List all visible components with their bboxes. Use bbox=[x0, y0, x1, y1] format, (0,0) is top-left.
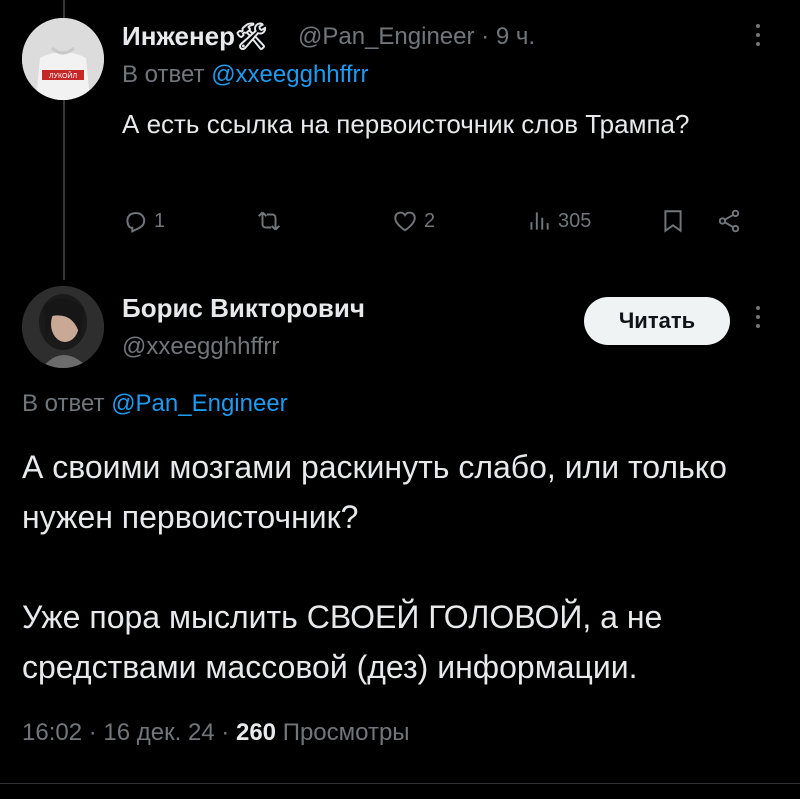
like-icon bbox=[394, 211, 416, 232]
avatar-image: ЛУКОЙЛ bbox=[22, 18, 104, 100]
reply-prefix: В ответ bbox=[22, 390, 105, 417]
tweet-meta: 16:02 · 16 дек. 24 · 260 Просмотры bbox=[22, 719, 410, 746]
views-count: 260 bbox=[235, 719, 277, 746]
tweet-paragraph-2: Уже пора мыслить СВОЕЙ ГОЛОВОЙ, а не сре… bbox=[22, 599, 663, 685]
reply-button[interactable]: 1 bbox=[122, 208, 165, 234]
tools-emoji-icon: 🛠 bbox=[235, 21, 269, 51]
tweet-text: А есть ссылка на первоисточник слов Трам… bbox=[122, 109, 690, 139]
avatar-shirt-logo: ЛУКОЙЛ bbox=[49, 71, 78, 80]
reply-prefix: В ответ bbox=[122, 61, 205, 88]
more-icon[interactable] bbox=[746, 306, 770, 328]
divider bbox=[0, 783, 800, 784]
tweet-time[interactable]: 16:02 bbox=[22, 719, 82, 746]
bookmark-icon bbox=[664, 210, 682, 233]
author-name-text[interactable]: Инженер bbox=[122, 21, 235, 51]
reply-to-link[interactable]: @Pan_Engineer bbox=[111, 390, 287, 417]
tweet-paragraph-1: А своими мозгами раскинуть слабо, или то… bbox=[22, 449, 727, 535]
author-handle[interactable]: @xxeegghhffrr bbox=[122, 333, 279, 361]
reply-context: В ответ @Pan_Engineer bbox=[22, 390, 288, 418]
bookmark-button[interactable] bbox=[660, 208, 686, 234]
reply-context: В ответ @xxeegghhffrr bbox=[122, 61, 369, 89]
views-count: 305 bbox=[558, 209, 592, 232]
author-name[interactable]: Борис Викторович bbox=[122, 293, 365, 324]
share-icon bbox=[718, 209, 740, 233]
share-button[interactable] bbox=[716, 208, 742, 234]
author-handle-line: @Pan_Engineer · 9 ч. bbox=[298, 23, 535, 50]
like-button[interactable]: 2 bbox=[392, 208, 435, 234]
tweet-date[interactable]: 16 дек. 24 bbox=[103, 719, 214, 746]
avatar-image bbox=[22, 286, 104, 368]
author-handle[interactable]: @Pan_Engineer bbox=[298, 23, 474, 50]
tweet-time[interactable]: 9 ч. bbox=[496, 23, 535, 50]
views-label: Просмотры bbox=[282, 719, 410, 746]
like-count: 2 bbox=[424, 209, 436, 232]
views-button[interactable]: 305 bbox=[526, 208, 591, 234]
reply-count: 1 bbox=[154, 209, 166, 232]
reply-to-link[interactable]: @xxeegghhffrr bbox=[211, 61, 368, 88]
author-name[interactable]: Инженер🛠 bbox=[122, 21, 268, 52]
views-icon bbox=[530, 212, 549, 230]
follow-button[interactable]: Читать bbox=[584, 297, 730, 345]
avatar[interactable] bbox=[22, 286, 104, 368]
repost-button[interactable] bbox=[256, 208, 288, 234]
tweet-text: А своими мозгами раскинуть слабо, или то… bbox=[22, 442, 792, 692]
more-icon[interactable] bbox=[746, 24, 770, 46]
repost-icon bbox=[258, 211, 280, 231]
tweet-actions: 1 2 305 bbox=[122, 208, 762, 242]
reply-icon bbox=[126, 212, 146, 233]
avatar[interactable]: ЛУКОЙЛ bbox=[22, 18, 104, 100]
